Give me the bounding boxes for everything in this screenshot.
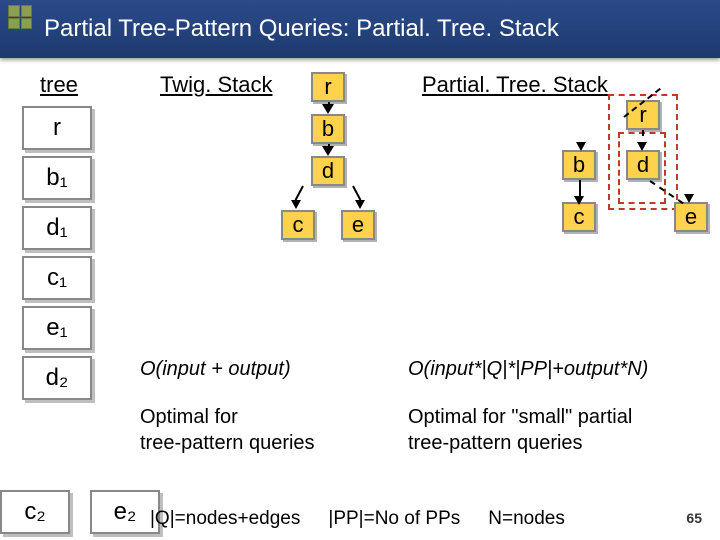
pts-optimal-line1: Optimal for "small" partial [408,406,632,429]
seq-node-c1: c₁ [22,256,92,300]
node-r: r [311,72,345,102]
pts-optimal-line2: tree-pattern queries [408,432,583,455]
seq-node-r: r [22,106,92,150]
seq-node-c2: c₂ [0,490,70,534]
seq-node-b1: b₁ [22,156,92,200]
seq-node-e1: e₁ [22,306,92,350]
rnode-r: r [626,100,660,130]
partial-tree-schematic: r b d c e [506,98,706,258]
slide-number: 65 [686,510,702,526]
def-n: N=nodes [488,508,565,530]
node-b: b [311,114,345,144]
twig-optimal-line2: tree-pattern queries [140,432,315,455]
twigstack-heading: Twig. Stack [160,72,272,98]
tree-label: tree [40,72,92,98]
twig-complexity: O(input + output) [140,358,291,381]
rnode-d: d [626,150,660,180]
arrow-down-icon [322,146,334,156]
bottom-pair: c₂ e₂ [0,490,160,534]
node-c: c [281,210,315,240]
node-e: e [341,210,375,240]
title-bar: Partial Tree-Pattern Queries: Partial. T… [0,0,720,58]
twig-optimal-line1: Optimal for [140,406,238,429]
tree-sequence: tree r b₁ d₁ c₁ e₁ d₂ [22,58,92,406]
center-tree: r b d c e [268,72,388,240]
rnode-b: b [562,150,596,180]
def-pp: |PP|=No of PPs [328,508,460,530]
seq-node-d1: d₁ [22,206,92,250]
pts-complexity: O(input*|Q|*|PP|+output*N) [408,358,648,381]
rnode-e: e [674,202,708,232]
title-ornament [8,5,32,29]
slide-title: Partial Tree-Pattern Queries: Partial. T… [44,15,559,43]
footer-definitions: |Q|=nodes+edges |PP|=No of PPs N=nodes [150,508,565,530]
seq-node-d2: d₂ [22,356,92,400]
node-d: d [311,156,345,186]
arrow-down-icon [322,104,334,114]
def-q: |Q|=nodes+edges [150,508,300,530]
partialtreestack-heading: Partial. Tree. Stack [422,72,608,98]
rnode-c: c [562,202,596,232]
